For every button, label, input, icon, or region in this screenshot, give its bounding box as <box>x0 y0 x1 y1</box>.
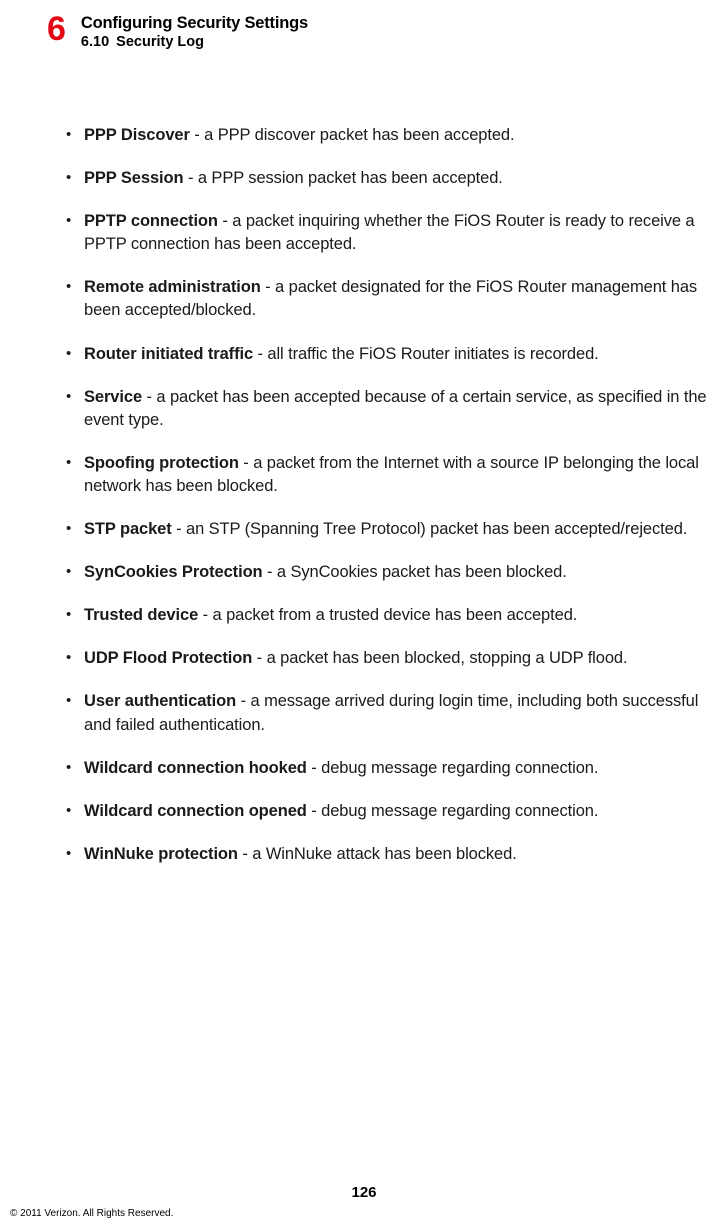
desc: - a PPP discover packet has been accepte… <box>190 126 515 144</box>
page-content: PPP Discover - a PPP discover packet has… <box>0 50 728 866</box>
copyright: © 2011 Verizon. All Rights Reserved. <box>10 1208 173 1219</box>
list-item: Service - a packet has been accepted bec… <box>63 386 728 432</box>
term: Service <box>84 388 142 406</box>
list-item: User authentication - a message arrived … <box>63 690 728 736</box>
list-item: Trusted device - a packet from a trusted… <box>63 604 728 627</box>
section-number: 6.10 <box>81 34 109 50</box>
header-titles: Configuring Security Settings 6.10 Securi… <box>81 14 308 50</box>
section-title: Security Log <box>116 34 204 50</box>
desc: - a packet has been blocked, stopping a … <box>252 649 627 667</box>
term: SynCookies Protection <box>84 563 263 581</box>
term: UDP Flood Protection <box>84 649 252 667</box>
term: Router initiated traffic <box>84 345 253 363</box>
term: Wildcard connection opened <box>84 802 307 820</box>
list-item: UDP Flood Protection - a packet has been… <box>63 647 728 670</box>
desc: - debug message regarding connection. <box>307 802 599 820</box>
list-item: PPP Session - a PPP session packet has b… <box>63 167 728 190</box>
desc: - a packet from a trusted device has bee… <box>198 606 577 624</box>
list-item: SynCookies Protection - a SynCookies pac… <box>63 561 728 584</box>
desc: - an STP (Spanning Tree Protocol) packet… <box>172 520 688 538</box>
list-item: Router initiated traffic - all traffic t… <box>63 343 728 366</box>
term: WinNuke protection <box>84 845 238 863</box>
term: Wildcard connection hooked <box>84 759 307 777</box>
list-item: WinNuke protection - a WinNuke attack ha… <box>63 843 728 866</box>
list-item: Remote administration - a packet designa… <box>63 276 728 322</box>
term: PPP Session <box>84 169 183 187</box>
desc: - a WinNuke attack has been blocked. <box>238 845 517 863</box>
list-item: Spoofing protection - a packet from the … <box>63 452 728 498</box>
chapter-number: 6 <box>47 12 65 46</box>
desc: - a PPP session packet has been accepted… <box>183 169 502 187</box>
term: PPTP connection <box>84 212 218 230</box>
desc: - a packet has been accepted because of … <box>84 388 706 429</box>
desc: - a SynCookies packet has been blocked. <box>263 563 567 581</box>
list-item: STP packet - an STP (Spanning Tree Proto… <box>63 518 728 541</box>
term: Trusted device <box>84 606 198 624</box>
definition-list: PPP Discover - a PPP discover packet has… <box>63 124 728 866</box>
term: Spoofing protection <box>84 454 239 472</box>
term: PPP Discover <box>84 126 190 144</box>
page-header: 6 Configuring Security Settings 6.10 Secu… <box>0 0 728 50</box>
chapter-title: Configuring Security Settings <box>81 14 308 33</box>
page-number: 126 <box>0 1184 728 1201</box>
list-item: PPP Discover - a PPP discover packet has… <box>63 124 728 147</box>
term: STP packet <box>84 520 172 538</box>
term: User authentication <box>84 692 236 710</box>
list-item: PPTP connection - a packet inquiring whe… <box>63 210 728 256</box>
desc: - debug message regarding connection. <box>307 759 599 777</box>
list-item: Wildcard connection opened - debug messa… <box>63 800 728 823</box>
desc: - all traffic the FiOS Router initiates … <box>253 345 599 363</box>
list-item: Wildcard connection hooked - debug messa… <box>63 757 728 780</box>
section-line: 6.10 Security Log <box>81 34 308 50</box>
term: Remote administration <box>84 278 261 296</box>
